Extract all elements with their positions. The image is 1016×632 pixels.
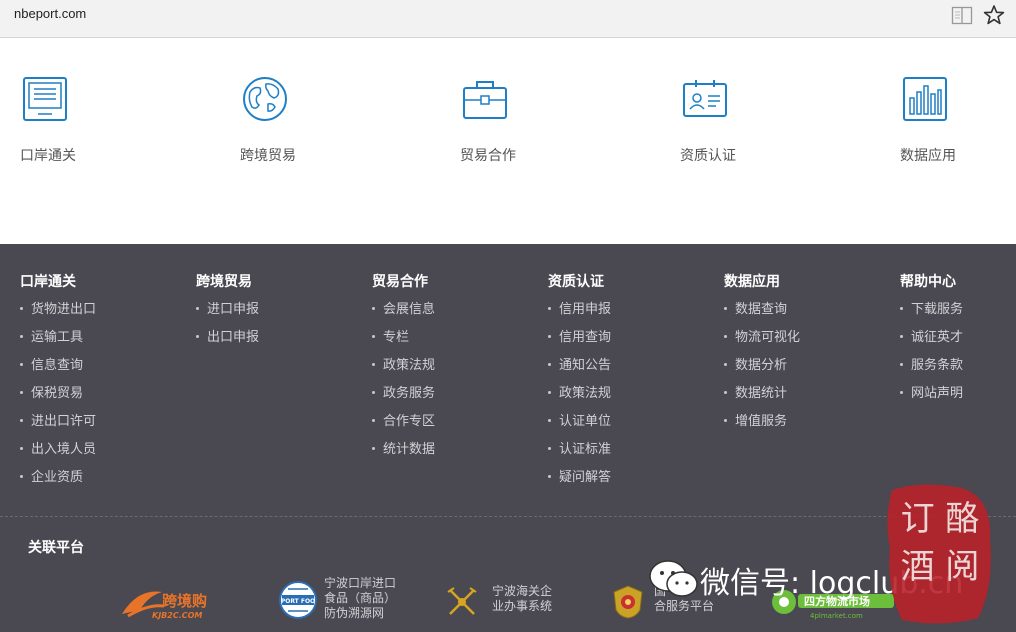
svg-text:订 酪: 订 酪 (901, 499, 980, 539)
footer-link[interactable]: 诚征英才 (900, 328, 1016, 356)
wechat-icon (649, 560, 698, 597)
footer-link[interactable]: 认证标准 (548, 440, 718, 468)
footer-link[interactable]: 通知公告 (548, 356, 718, 384)
category-label: 贸易合作 (460, 148, 516, 164)
footer-column-help-center: 帮助中心 下载服务 诚征英才 服务条款 网站声明 (900, 272, 1016, 412)
category-data-application[interactable]: 数据应用 (900, 74, 1016, 174)
footer-link[interactable]: 运输工具 (20, 328, 190, 356)
globe-icon (243, 77, 287, 121)
footer-link[interactable]: 合作专区 (372, 412, 542, 440)
footer-link[interactable]: 信息查询 (20, 356, 190, 384)
svg-text:跨境购: 跨境购 (162, 592, 207, 610)
svg-text:KJB2C.COM: KJB2C.COM (152, 611, 202, 620)
footer-link[interactable]: 数据分析 (724, 356, 894, 384)
category-qualification-certification[interactable]: 资质认证 (680, 74, 800, 174)
footer-link[interactable]: 会展信息 (372, 300, 542, 328)
id-card-icon (683, 80, 727, 117)
footer-column-port-clearance: 口岸通关 货物进出口 运输工具 信息查询 保税贸易 进出口许可 出入境人员 企业… (20, 272, 190, 496)
footer-column-trade-cooperation: 贸易合作 会展信息 专栏 政策法规 政务服务 合作专区 统计数据 (372, 272, 542, 468)
footer-link[interactable]: 政策法规 (548, 384, 718, 412)
footer-link[interactable]: 企业资质 (20, 468, 190, 496)
related-platforms-title: 关联平台 (28, 540, 84, 556)
footer-divider (0, 516, 1016, 517)
footer-column-title: 跨境贸易 (196, 274, 252, 290)
star-icon[interactable] (983, 4, 1005, 26)
footer-column-title: 数据应用 (724, 274, 780, 290)
browser-toolbar: nbeport.com (0, 0, 1016, 38)
footer-column-qualification: 资质认证 信用申报 信用查询 通知公告 政策法规 认证单位 认证标准 疑问解答 (548, 272, 718, 496)
footer-link[interactable]: 网站声明 (900, 384, 1016, 412)
inspection-emblem-icon (613, 585, 643, 619)
footer-link[interactable]: 进出口许可 (20, 412, 190, 440)
footer-link[interactable]: 服务条款 (900, 356, 1016, 384)
footer-link[interactable]: 信用申报 (548, 300, 718, 328)
category-cross-border-trade[interactable]: 跨境贸易 (240, 74, 360, 174)
footer-column-data-application: 数据应用 数据查询 物流可视化 数据分析 数据统计 增值服务 (724, 272, 894, 440)
footer-link[interactable]: 下载服务 (900, 300, 1016, 328)
partner-kjb2c-link[interactable]: 跨境购 KJB2C.COM (118, 576, 228, 624)
category-label: 数据应用 (900, 148, 956, 164)
footer-link[interactable]: 物流可视化 (724, 328, 894, 356)
briefcase-icon (463, 81, 507, 119)
footer-link[interactable]: 专栏 (372, 328, 542, 356)
kjb2c-logo: 跨境购 KJB2C.COM (122, 591, 207, 620)
svg-text:PORT FOO: PORT FOO (281, 598, 315, 605)
footer-column-title: 帮助中心 (900, 274, 956, 290)
footer-column-title: 资质认证 (548, 274, 604, 290)
partner-port-food-link[interactable]: PORT FOO 宁波口岸进口 食品（商品） 防伪溯源网 (278, 576, 408, 624)
partner-text: 宁波口岸进口 食品（商品） 防伪溯源网 (324, 576, 397, 620)
footer-link[interactable]: 进口申报 (196, 300, 366, 328)
svg-text:酒 阅: 酒 阅 (901, 547, 980, 587)
footer-link[interactable]: 保税贸易 (20, 384, 190, 412)
footer-link[interactable]: 增值服务 (724, 412, 894, 440)
partner-text: 宁波海关企 业办事系统 (492, 584, 553, 613)
footer-link[interactable]: 货物进出口 (20, 300, 190, 328)
partner-ningbo-customs-link[interactable]: 宁波海关企 业办事系统 (444, 576, 564, 624)
category-label: 口岸通关 (20, 148, 76, 164)
category-port-clearance[interactable]: 口岸通关 (20, 74, 140, 174)
port-food-logo: PORT FOO (279, 581, 317, 619)
footer-link[interactable]: 出口申报 (196, 328, 366, 356)
address-bar-url[interactable]: nbeport.com (14, 6, 86, 21)
category-trade-cooperation[interactable]: 贸易合作 (460, 74, 580, 174)
footer-link[interactable]: 政策法规 (372, 356, 542, 384)
footer-column-cross-border-trade: 跨境贸易 进口申报 出口申报 (196, 272, 366, 356)
footer-link[interactable]: 出入境人员 (20, 440, 190, 468)
category-label: 跨境贸易 (240, 148, 296, 164)
reader-view-icon[interactable] (951, 6, 973, 25)
footer-link[interactable]: 疑问解答 (548, 468, 718, 496)
footer-link[interactable]: 认证单位 (548, 412, 718, 440)
footer-link[interactable]: 数据统计 (724, 384, 894, 412)
footer-column-title: 贸易合作 (372, 274, 428, 290)
footer-link[interactable]: 数据查询 (724, 300, 894, 328)
document-icon (23, 77, 67, 121)
seal-watermark-icon: 订 酪 酒 阅 (887, 484, 991, 624)
footer-link[interactable]: 信用查询 (548, 328, 718, 356)
footer-link[interactable]: 统计数据 (372, 440, 542, 468)
svg-text:4plmarket.com: 4plmarket.com (810, 612, 863, 620)
category-label: 资质认证 (680, 148, 736, 164)
footer-column-title: 口岸通关 (20, 274, 76, 290)
footer-link[interactable]: 政务服务 (372, 384, 542, 412)
bar-chart-icon (903, 77, 947, 121)
customs-emblem-icon (447, 587, 477, 615)
